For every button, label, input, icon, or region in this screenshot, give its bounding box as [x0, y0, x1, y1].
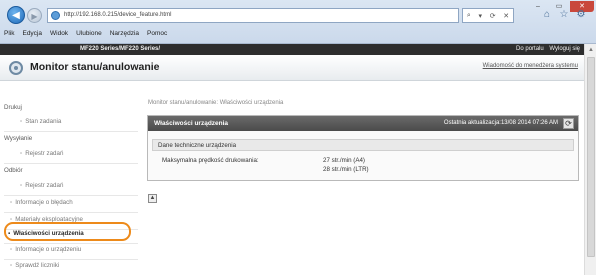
site-icon	[51, 11, 60, 20]
property-label: Maksymalna prędkość drukowania:	[162, 157, 259, 164]
sidebar-item-rejestr-zadan-wysylanie[interactable]: ▫ Rejestr zadań	[20, 148, 63, 160]
divider	[4, 212, 138, 213]
logout-link[interactable]: Wyloguj się	[549, 46, 580, 52]
property-value: 27 str./min (A4)	[323, 157, 365, 164]
highlight-callout	[4, 222, 131, 241]
manager-message-link[interactable]: Wiadomość do menedżera systemu	[483, 63, 578, 69]
top-of-page-icon[interactable]: ▲	[148, 194, 157, 203]
page-banner: MF220 Series/MF220 Series/ Do portalu Wy…	[0, 44, 584, 55]
sidebar-item-label: Rejestr zadań	[25, 182, 64, 189]
forward-arrow-icon[interactable]: ▶	[27, 8, 42, 23]
bullet-icon: ▫	[10, 199, 13, 206]
star-icon[interactable]: ☆	[557, 8, 571, 22]
sidebar-item-rejestr-zadan-odbior[interactable]: ▫ Rejestr zadań	[20, 180, 63, 192]
menu-widok[interactable]: Widok	[50, 27, 68, 40]
bullet-icon: ▫	[10, 262, 13, 269]
menu-pomoc[interactable]: Pomoc	[147, 27, 167, 40]
sidebar-item-label: Sprawdź liczniki	[15, 262, 60, 269]
scroll-up-icon[interactable]: ▲	[588, 47, 594, 53]
sidebar: Drukuj ▫ Stan zadania Wysyłanie ▫ Rejestr …	[0, 82, 140, 275]
property-value: 28 str./min (LTR)	[323, 166, 369, 173]
sidebar-item-label: Informacje o urządzeniu	[15, 246, 82, 253]
banner-links: Do portalu Wyloguj się	[512, 44, 580, 55]
address-url: http://192.168.0.215/device_feature.html	[64, 12, 172, 18]
gear-icon[interactable]: ⚙	[574, 8, 588, 22]
sidebar-item-label: Informacje o błędach	[15, 199, 73, 206]
sidebar-heading-drukuj: Drukuj	[4, 104, 22, 111]
divider	[4, 195, 138, 196]
panel-title: Właściwości urządzenia	[154, 120, 229, 127]
search-icon[interactable]: ⌕	[467, 12, 471, 20]
sidebar-item-informacje-o-bledach[interactable]: ▫ Informacje o błędach	[10, 197, 73, 209]
portal-link[interactable]: Do portalu	[516, 46, 544, 52]
breadcrumb: Monitor stanu/anulowanie: Właściwości ur…	[148, 100, 284, 106]
bullet-icon: ▫	[20, 150, 23, 157]
monitor-icon	[9, 61, 23, 75]
stop-icon[interactable]: ✕	[503, 12, 509, 20]
scroll-thumb[interactable]	[587, 57, 595, 257]
dropdown-icon[interactable]: ▾	[478, 12, 482, 20]
reload-icon[interactable]: ⟳	[490, 12, 496, 20]
home-icon[interactable]: ⌂	[540, 8, 554, 22]
menu-plik[interactable]: Plik	[4, 27, 14, 40]
back-arrow-icon[interactable]: ◀	[7, 6, 25, 24]
last-update: Ostatnia aktualizacja:13/08 2014 07:26 A…	[443, 120, 558, 126]
page-header: Monitor stanu/anulowanie Wiadomość do me…	[0, 55, 584, 81]
bullet-icon: ▫	[20, 118, 23, 125]
menu-edycja[interactable]: Edycja	[22, 27, 42, 40]
browser-chrome: – ▭ ✕ ◀ ▶ http://192.168.0.215/device_fe…	[0, 0, 596, 44]
menu-ulubione[interactable]: Ulubione	[76, 27, 102, 40]
sidebar-item-stan-zadania[interactable]: ▫ Stan zadania	[20, 116, 61, 128]
bullet-icon: ▫	[20, 182, 23, 189]
device-model: MF220 Series/MF220 Series/	[80, 46, 161, 52]
section-header: Dane techniczne urządzenia	[152, 139, 574, 151]
sidebar-heading-odbior: Odbiór	[4, 167, 23, 174]
properties-panel: Właściwości urządzenia Ostatnia aktualiz…	[147, 115, 579, 181]
menu-narzedzia[interactable]: Narzędzia	[110, 27, 139, 40]
refresh-icon[interactable]: ⟳	[563, 118, 574, 129]
menu-bar: Plik Edycja Widok Ulubione Narzędzia Pom…	[0, 27, 596, 40]
sidebar-item-label: Stan zadania	[25, 118, 62, 125]
sidebar-item-informacje-o-urzadzeniu[interactable]: ▫ Informacje o urządzeniu	[10, 244, 81, 256]
sidebar-item-label: Rejestr zadań	[25, 150, 64, 157]
panel-header: Właściwości urządzenia Ostatnia aktualiz…	[148, 116, 578, 131]
divider	[4, 163, 138, 164]
address-bar[interactable]: http://192.168.0.215/device_feature.html	[47, 8, 459, 23]
divider	[4, 131, 138, 132]
vertical-scrollbar[interactable]: ▲	[584, 44, 596, 275]
sidebar-item-sprawdz-liczniki[interactable]: ▫ Sprawdź liczniki	[10, 260, 59, 272]
page-title: Monitor stanu/anulowanie	[30, 61, 160, 73]
sidebar-heading-wysylanie: Wysyłanie	[4, 135, 33, 142]
bullet-icon: ▫	[10, 246, 13, 253]
address-tools: ⌕ ▾ ⟳ ✕	[462, 8, 514, 23]
